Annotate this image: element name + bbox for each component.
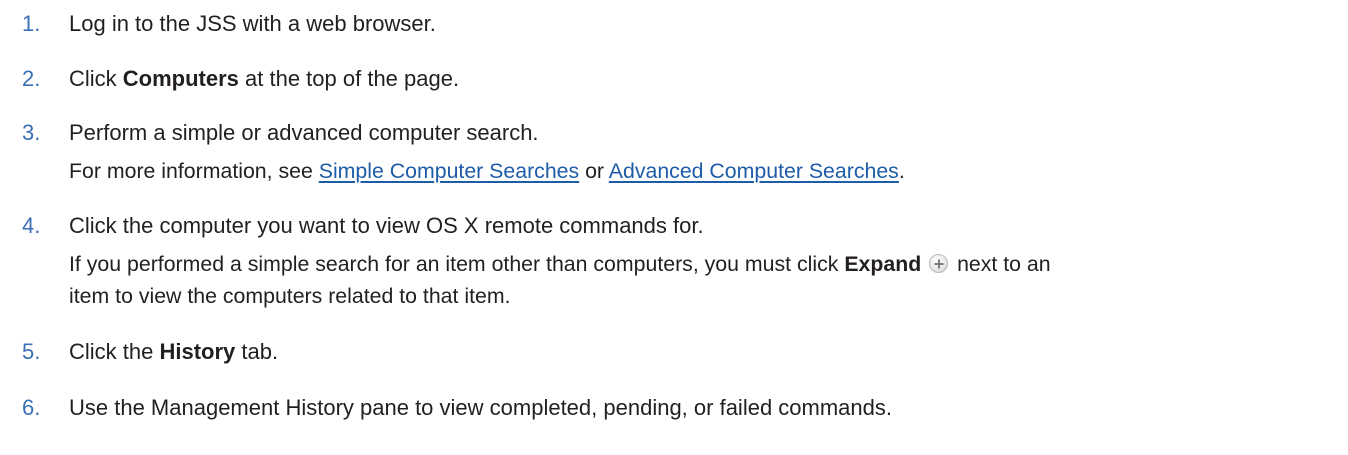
advanced-computer-searches-link[interactable]: Advanced Computer Searches	[609, 159, 899, 183]
step-text: Click the computer you want to view OS X…	[69, 213, 704, 238]
instruction-steps: 1. Log in to the JSS with a web browser.…	[0, 0, 1348, 455]
expand-label: Expand	[844, 252, 922, 276]
step-number: 4.	[22, 213, 41, 238]
step-text: Use the Management History pane to view …	[69, 395, 892, 420]
step-number: 6.	[22, 395, 41, 420]
simple-computer-searches-link[interactable]: Simple Computer Searches	[319, 159, 579, 183]
step-text: Log in to the JSS with a web browser.	[69, 11, 436, 36]
step-number: 2.	[22, 66, 41, 91]
step-note: If you performed a simple search for an …	[69, 252, 1051, 276]
step-number: 5.	[22, 339, 41, 364]
step-note: For more information, see Simple Compute…	[69, 159, 905, 183]
step-number: 1.	[22, 11, 41, 36]
computers-label: Computers	[122, 66, 239, 91]
plus-circle-icon	[929, 254, 949, 273]
step-text: Perform a simple or advanced computer se…	[69, 120, 539, 145]
history-label: History	[159, 339, 236, 364]
step-note-continued: item to view the computers related to th…	[69, 284, 511, 308]
step-text: Click Computers at the top of the page.	[69, 66, 460, 91]
step-number: 3.	[22, 120, 41, 145]
step-text: Click the History tab.	[69, 339, 279, 364]
